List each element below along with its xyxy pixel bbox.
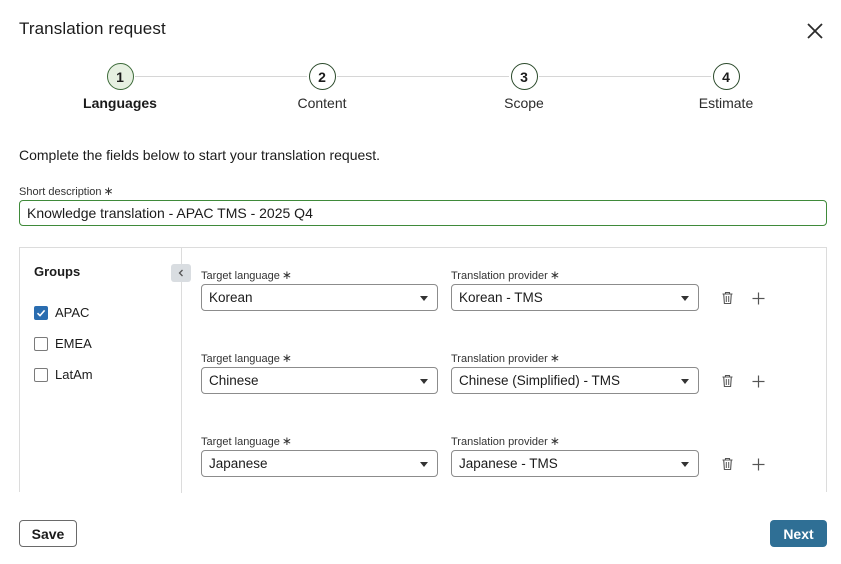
required-mark: ∗ bbox=[281, 268, 292, 282]
group-item-emea[interactable]: EMEA bbox=[34, 336, 92, 351]
checkbox[interactable] bbox=[34, 367, 48, 382]
step-number: 2 bbox=[308, 63, 336, 90]
group-item-apac[interactable]: APAC bbox=[34, 305, 89, 320]
step-number: 4 bbox=[712, 63, 740, 90]
short-description-label: Short description ∗ bbox=[19, 184, 114, 198]
caret-down-icon bbox=[681, 462, 689, 467]
checkbox-checked[interactable] bbox=[34, 305, 48, 320]
language-row: Target language ∗ Korean Translation prov… bbox=[201, 268, 811, 320]
required-mark: ∗ bbox=[281, 351, 292, 365]
delete-row-button[interactable] bbox=[719, 456, 735, 472]
translation-provider-label-text: Translation provider bbox=[451, 270, 548, 282]
step-number: 3 bbox=[510, 63, 538, 90]
intro-text: Complete the fields below to start your … bbox=[19, 147, 381, 163]
caret-down-icon bbox=[681, 296, 689, 301]
translation-provider-value: Chinese (Simplified) - TMS bbox=[459, 373, 621, 388]
trash-icon bbox=[722, 457, 732, 471]
required-mark: ∗ bbox=[549, 434, 560, 448]
checkmark-icon bbox=[36, 309, 46, 317]
target-language-label: Target language ∗ bbox=[201, 268, 292, 282]
caret-down-icon bbox=[420, 379, 428, 384]
trash-icon bbox=[722, 374, 732, 388]
close-icon[interactable] bbox=[804, 20, 826, 42]
target-language-value: Korean bbox=[209, 290, 253, 305]
plus-icon bbox=[752, 375, 764, 387]
add-row-button[interactable] bbox=[750, 373, 766, 389]
group-label: APAC bbox=[55, 305, 90, 320]
translation-provider-label: Translation provider ∗ bbox=[451, 351, 560, 365]
translation-provider-select[interactable]: Japanese - TMS bbox=[451, 450, 699, 477]
caret-down-icon bbox=[420, 462, 428, 467]
short-description-label-text: Short description bbox=[19, 186, 102, 198]
step-content[interactable]: 2 Content bbox=[262, 63, 382, 111]
step-number: 1 bbox=[106, 63, 134, 90]
collapse-groups-button[interactable] bbox=[171, 264, 191, 282]
target-language-label: Target language ∗ bbox=[201, 434, 292, 448]
translation-provider-select[interactable]: Korean - TMS bbox=[451, 284, 699, 311]
required-mark: ∗ bbox=[281, 434, 292, 448]
required-mark: ∗ bbox=[549, 268, 560, 282]
plus-icon bbox=[752, 458, 764, 470]
required-mark: ∗ bbox=[549, 351, 560, 365]
step-label: Scope bbox=[504, 95, 544, 111]
trash-icon bbox=[722, 291, 732, 305]
step-label: Estimate bbox=[698, 95, 754, 111]
group-label: EMEA bbox=[55, 336, 92, 351]
target-language-select[interactable]: Korean bbox=[201, 284, 438, 311]
step-languages[interactable]: 1 Languages bbox=[60, 63, 180, 111]
translation-provider-label-text: Translation provider bbox=[451, 353, 548, 365]
language-row: Target language ∗ Japanese Translation pr… bbox=[201, 434, 811, 486]
delete-row-button[interactable] bbox=[719, 290, 735, 306]
translation-provider-label-text: Translation provider bbox=[451, 436, 548, 448]
required-mark: ∗ bbox=[103, 184, 114, 198]
add-row-button[interactable] bbox=[750, 456, 766, 472]
group-item-latam[interactable]: LatAm bbox=[34, 367, 93, 382]
language-panel: Groups APAC EMEA LatAm Target language ∗ … bbox=[19, 247, 827, 493]
language-row: Target language ∗ Chinese Translation pro… bbox=[201, 351, 811, 403]
add-row-button[interactable] bbox=[750, 290, 766, 306]
group-label: LatAm bbox=[55, 367, 93, 382]
target-language-label-text: Target language bbox=[201, 353, 280, 365]
step-scope[interactable]: 3 Scope bbox=[464, 63, 584, 111]
target-language-value: Chinese bbox=[209, 373, 259, 388]
short-description-input[interactable] bbox=[19, 200, 827, 226]
target-language-select[interactable]: Chinese bbox=[201, 367, 438, 394]
target-language-label-text: Target language bbox=[201, 270, 280, 282]
groups-sidebar: Groups APAC EMEA LatAm bbox=[20, 248, 182, 493]
save-button[interactable]: Save bbox=[19, 520, 77, 547]
step-estimate[interactable]: 4 Estimate bbox=[666, 63, 786, 111]
step-label: Languages bbox=[83, 95, 157, 111]
target-language-select[interactable]: Japanese bbox=[201, 450, 438, 477]
chevron-left-icon bbox=[178, 269, 183, 277]
checkbox[interactable] bbox=[34, 336, 48, 351]
translation-provider-value: Korean - TMS bbox=[459, 290, 543, 305]
translation-provider-value: Japanese - TMS bbox=[459, 456, 558, 471]
groups-title: Groups bbox=[34, 264, 81, 279]
target-language-label: Target language ∗ bbox=[201, 351, 292, 365]
caret-down-icon bbox=[681, 379, 689, 384]
delete-row-button[interactable] bbox=[719, 373, 735, 389]
translation-provider-label: Translation provider ∗ bbox=[451, 268, 560, 282]
plus-icon bbox=[752, 292, 764, 304]
step-label: Content bbox=[297, 95, 347, 111]
dialog-title: Translation request bbox=[19, 19, 166, 38]
caret-down-icon bbox=[420, 296, 428, 301]
next-button[interactable]: Next bbox=[770, 520, 827, 547]
target-language-label-text: Target language bbox=[201, 436, 280, 448]
close-button[interactable] bbox=[804, 20, 826, 42]
stepper: 1 Languages 2 Content 3 Scope 4 Estimate bbox=[0, 63, 841, 123]
translation-provider-select[interactable]: Chinese (Simplified) - TMS bbox=[451, 367, 699, 394]
translation-provider-label: Translation provider ∗ bbox=[451, 434, 560, 448]
target-language-value: Japanese bbox=[209, 456, 268, 471]
